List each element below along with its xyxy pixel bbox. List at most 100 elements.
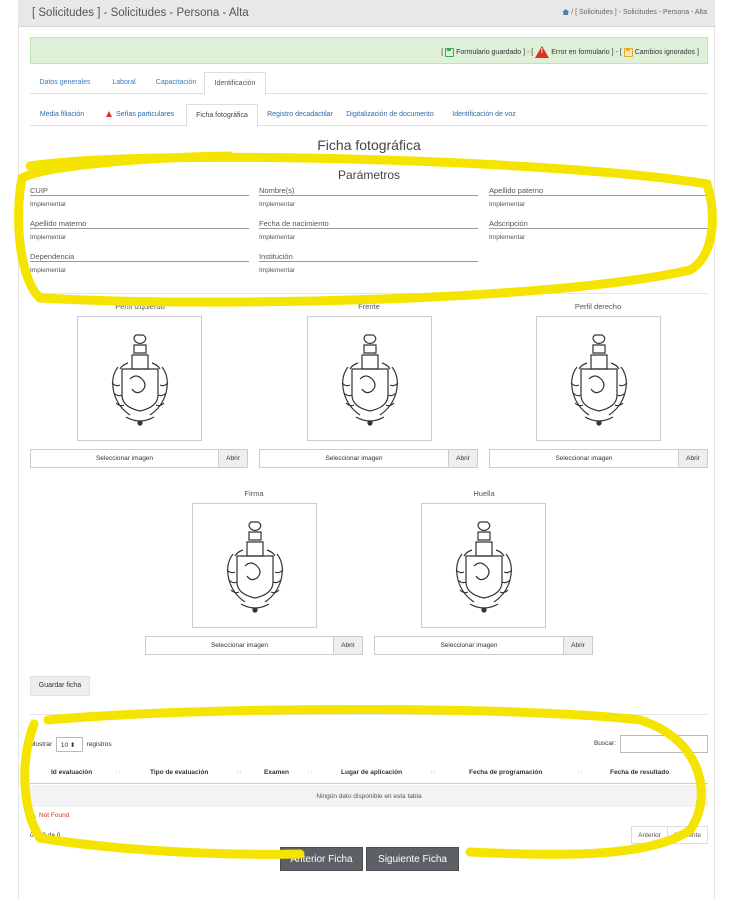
- tab-media-filiacion[interactable]: Media filiación: [30, 104, 94, 126]
- next-page-button[interactable]: Siguiente: [666, 827, 707, 843]
- tab-identificacion-voz[interactable]: Identificación de voz: [440, 104, 528, 126]
- status-ignored: Cambios ignorados: [634, 48, 696, 56]
- breadcrumb-text[interactable]: / [ Solicitudes ] - Solicitudes - Person…: [571, 9, 707, 16]
- params-title: Parámetros: [337, 168, 401, 182]
- photo-label-firma: Firma: [244, 489, 264, 498]
- param-value: Implementar: [30, 267, 67, 274]
- param-label: Apellido materno: [30, 219, 249, 229]
- param-cuip: CUIP Implementar: [30, 186, 249, 208]
- tab-digitalizacion-documento[interactable]: Digitalización de documento: [342, 104, 438, 126]
- open-button[interactable]: Abrir: [449, 450, 477, 467]
- param-value: Implementar: [30, 201, 67, 208]
- photo-label-perfil-derecho: Perfil derecho: [574, 302, 622, 311]
- open-button[interactable]: Abrir: [564, 637, 592, 654]
- pagination: Anterior Siguiente: [631, 826, 708, 844]
- save-ficha-button[interactable]: Guardar ficha: [30, 676, 90, 696]
- param-value: Implementar: [489, 234, 526, 241]
- image-picker-frente: Seleccionar imagen Abrir: [259, 449, 478, 468]
- status-error: Error en formulario: [551, 48, 610, 56]
- main-tabs: Datos generales Laboral Capacitación Ide…: [30, 72, 708, 95]
- tab-capacitacion[interactable]: Capacitación: [148, 72, 204, 94]
- tab-registro-decadactilar[interactable]: Registro decadactilar: [260, 104, 340, 126]
- bracket: [: [441, 48, 444, 56]
- col-fecha-resultado[interactable]: Fecha de resultado: [610, 769, 669, 776]
- page-length-select[interactable]: 10 ⬍: [55, 737, 83, 752]
- select-image-button[interactable]: Seleccionar imagen: [375, 637, 564, 654]
- sort-icon[interactable]: ↑↓: [695, 769, 701, 775]
- page-header: [ Solicitudes ] - Solicitudes - Persona …: [18, 0, 715, 27]
- sort-icon[interactable]: ↑↓: [430, 769, 436, 775]
- photo-perfil-derecho[interactable]: [536, 316, 661, 441]
- section-title: Ficha fotográfica: [317, 137, 421, 153]
- image-picker-perfil-derecho: Seleccionar imagen Abrir: [489, 449, 708, 468]
- prev-ficha-button[interactable]: Anterior Ficha: [280, 847, 363, 871]
- param-value: Implementar: [489, 201, 526, 208]
- tab-senas-particulares[interactable]: Señas particulares: [96, 104, 184, 126]
- image-picker-huella: Seleccionar imagen Abrir: [374, 636, 593, 655]
- tab-identificacion[interactable]: Identificación: [204, 72, 266, 95]
- separator: ] - [: [611, 48, 622, 56]
- param-label: Dependencia: [30, 252, 249, 262]
- search-input[interactable]: [620, 735, 708, 753]
- open-button[interactable]: Abrir: [679, 450, 707, 467]
- param-fecha-nacimiento: Fecha de nacimiento Implementar: [259, 219, 478, 241]
- warning-icon: [106, 111, 112, 117]
- crest-placeholder-image: [108, 333, 172, 429]
- warning-icon: [30, 812, 36, 818]
- separator: ] - [: [523, 48, 534, 56]
- bracket: ]: [697, 48, 699, 56]
- table-header: Id evaluación ↑↓ Tipo de evaluación ↑↓ Exa…: [30, 762, 708, 784]
- search-label: Buscar:: [593, 740, 616, 747]
- sort-icon[interactable]: ↑↓: [115, 769, 121, 775]
- tab-label: Señas particulares: [116, 111, 174, 118]
- divider: [30, 714, 708, 715]
- table-controls: Mostrar 10 ⬍ registros Buscar:: [30, 735, 708, 755]
- sort-icon[interactable]: ↑↓: [577, 769, 583, 775]
- param-institucion: Institución Implementar: [259, 252, 478, 274]
- home-icon[interactable]: [562, 9, 570, 15]
- open-button[interactable]: Abrir: [219, 450, 247, 467]
- length-label: Mostrar: [30, 741, 53, 749]
- image-picker-perfil-izquierdo: Seleccionar imagen Abrir: [30, 449, 248, 468]
- next-ficha-button[interactable]: Siguiente Ficha: [366, 847, 459, 871]
- tab-laboral[interactable]: Laboral: [102, 72, 146, 94]
- photo-firma[interactable]: [192, 503, 317, 628]
- sort-icon[interactable]: ↑↓: [307, 769, 313, 775]
- param-dependencia: Dependencia Implementar: [30, 252, 249, 274]
- sort-icon[interactable]: ↑↓: [236, 769, 242, 775]
- page-title: [ Solicitudes ] - Solicitudes - Persona …: [32, 7, 249, 19]
- warning-icon: [535, 46, 550, 58]
- status-saved: Formulario guardado: [456, 48, 522, 56]
- open-button[interactable]: Abrir: [334, 637, 362, 654]
- save-icon: [445, 47, 455, 57]
- col-lugar-aplicacion[interactable]: Lugar de aplicación: [341, 769, 402, 776]
- param-value: Implementar: [259, 234, 296, 241]
- photo-label-perfil-izquierdo: Perfil izquierdo: [115, 302, 165, 311]
- col-fecha-programacion[interactable]: Fecha de programación: [469, 769, 542, 776]
- status-alert: [ Formulario guardado ] - [ Error en for…: [30, 37, 708, 64]
- param-adscripcion: Adscripción Implementar: [489, 219, 708, 241]
- not-found-text: Not Found: [39, 812, 70, 819]
- crest-placeholder-image: [567, 333, 631, 429]
- photo-label-huella: Huella: [473, 489, 495, 498]
- crest-placeholder-image: [223, 520, 287, 616]
- param-label: Adscripción: [489, 219, 708, 229]
- select-image-button[interactable]: Seleccionar imagen: [146, 637, 334, 654]
- col-tipo-evaluacion[interactable]: Tipo de evaluación: [150, 769, 208, 776]
- photo-huella[interactable]: [421, 503, 546, 628]
- prev-page-button[interactable]: Anterior: [632, 827, 667, 843]
- photo-perfil-izquierdo[interactable]: [77, 316, 202, 441]
- col-examen[interactable]: Examen: [264, 769, 289, 776]
- select-image-button[interactable]: Seleccionar imagen: [260, 450, 449, 467]
- sub-tabs: Media filiación Señas particulares Ficha…: [30, 104, 708, 127]
- param-label: Fecha de nacimiento: [259, 219, 478, 229]
- tab-datos-generales[interactable]: Datos generales: [30, 72, 100, 94]
- select-image-button[interactable]: Seleccionar imagen: [31, 450, 219, 467]
- photo-frente[interactable]: [307, 316, 432, 441]
- tab-ficha-fotografica[interactable]: Ficha fotográfica: [186, 104, 258, 127]
- param-label: CUIP: [30, 186, 249, 196]
- divider: [30, 293, 708, 294]
- records-label: registros: [86, 741, 112, 749]
- select-image-button[interactable]: Seleccionar imagen: [490, 450, 679, 467]
- col-id-evaluacion[interactable]: Id evaluación: [51, 769, 92, 776]
